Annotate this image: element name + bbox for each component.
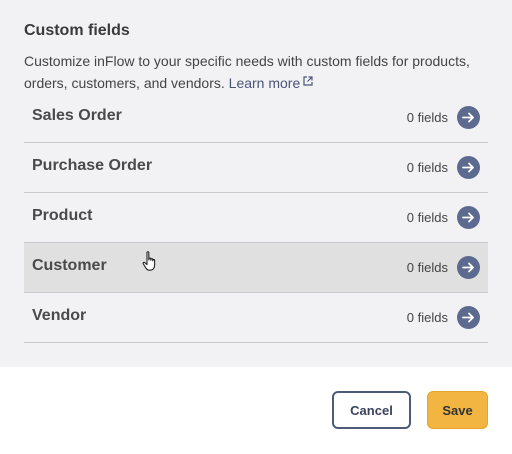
field-count: 0 fields	[406, 210, 448, 225]
field-count: 0 fields	[406, 160, 448, 175]
learn-more-label: Learn more	[228, 75, 301, 91]
field-count: 0 fields	[406, 260, 448, 275]
arrow-right-icon[interactable]	[457, 206, 480, 229]
field-count: 0 fields	[406, 310, 448, 325]
field-count: 0 fields	[406, 110, 448, 125]
page-title: Custom fields	[24, 22, 130, 39]
row-label: Sales Order	[32, 107, 122, 124]
row-label: Customer	[32, 257, 107, 274]
arrow-right-icon[interactable]	[457, 156, 480, 179]
row-label: Product	[32, 207, 93, 224]
row-label: Vendor	[32, 307, 87, 324]
save-button[interactable]: Save	[427, 391, 488, 429]
arrow-right-icon[interactable]	[457, 256, 480, 279]
external-link-icon	[303, 76, 313, 86]
row-product[interactable]: Product 0 fields	[24, 193, 488, 243]
row-vendor[interactable]: Vendor 0 fields	[24, 293, 488, 343]
row-customer[interactable]: Customer 0 fields	[24, 243, 488, 293]
custom-fields-list: Sales Order 0 fields Purchase Order 0 fi…	[24, 93, 488, 343]
row-label: Purchase Order	[32, 157, 153, 174]
row-purchase-order[interactable]: Purchase Order 0 fields	[24, 143, 488, 193]
cancel-button[interactable]: Cancel	[332, 391, 411, 429]
custom-fields-panel: Custom fields Customize inFlow to your s…	[0, 0, 512, 367]
description: Customize inFlow to your specific needs …	[24, 50, 494, 94]
arrow-right-icon[interactable]	[457, 106, 480, 129]
arrow-right-icon[interactable]	[457, 306, 480, 329]
hand-cursor-icon	[142, 251, 156, 271]
learn-more-link[interactable]: Learn more	[229, 75, 314, 91]
row-sales-order[interactable]: Sales Order 0 fields	[24, 93, 488, 143]
